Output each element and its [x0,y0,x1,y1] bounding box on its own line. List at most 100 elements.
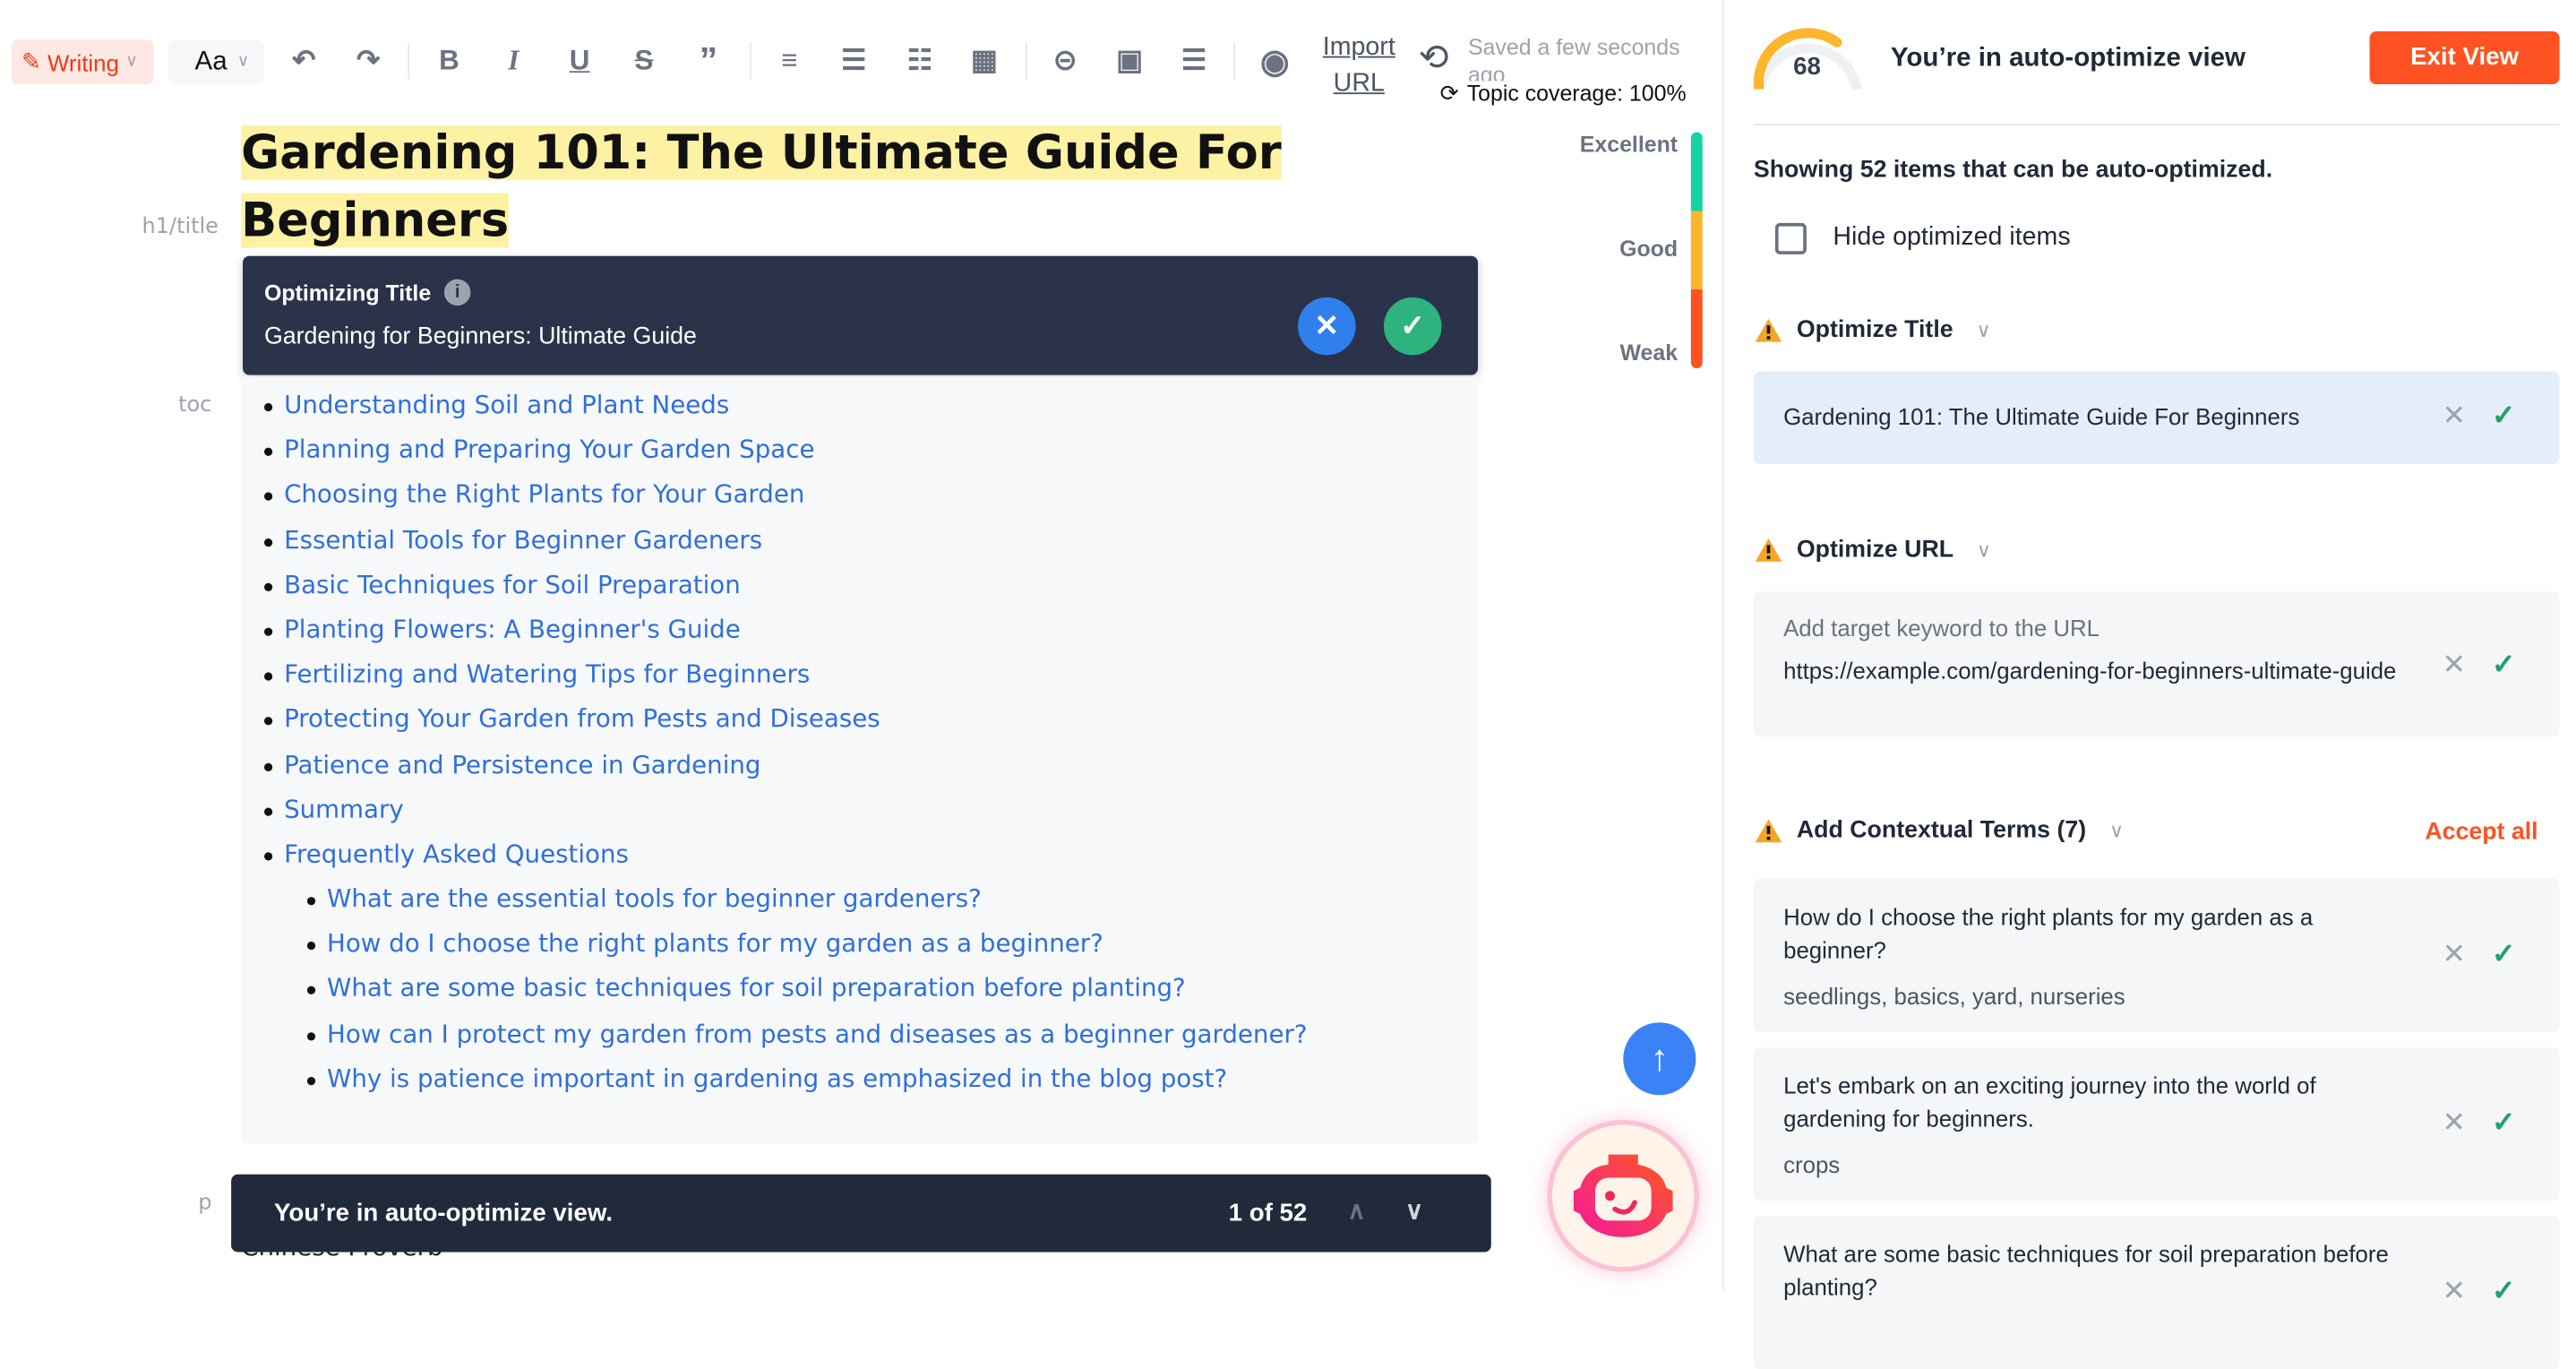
chevron-down-icon: ∨ [125,52,138,72]
section-title: Optimize Title [1796,316,1953,344]
contextual-term-card: How do I choose the right plants for my … [1753,878,2560,1033]
term-keywords: seedlings, basics, yard, nurseries [1783,982,2125,1010]
divider [749,42,751,80]
toc-item[interactable]: Protecting Your Garden from Pests and Di… [263,704,880,749]
section-title: Optimize URL [1796,537,1954,564]
accept-icon[interactable]: ✓ [2492,650,2515,683]
chevron-down-icon: ∨ [236,52,250,72]
link-icon[interactable]: ⊝ [1047,43,1084,80]
previous-item-button[interactable]: ∧ [1347,1196,1365,1226]
score-level-good: Good [1619,236,1679,262]
hide-optimized-label: Hide optimized items [1833,222,2071,252]
topic-coverage-text: Topic coverage: 100% [1466,81,1687,106]
title-value: Gardening 101: The Ultimate Guide For Be… [1783,402,2300,430]
import-url-link[interactable]: Import URL [1316,30,1402,102]
quote-icon[interactable]: ” [691,39,727,81]
popup-heading: Optimizing Title [263,280,432,306]
toc-item[interactable]: Summary [263,794,880,839]
toc-item[interactable]: Why is patience important in gardening a… [306,1063,1307,1108]
redo-icon[interactable]: ↷ [350,43,387,80]
title-text: Gardening 101: The Ultimate Guide For Be… [241,125,1282,248]
more-icon[interactable]: ☰ [1176,43,1213,80]
toc-item[interactable]: Essential Tools for Beginner Gardeners [263,524,880,569]
contextual-terms-header[interactable]: Add Contextual Terms (7) ∨ [1754,818,2124,844]
url-value: https://example.com/gardening-for-beginn… [1783,657,2397,684]
toc-item[interactable]: How can I protect my garden from pests a… [306,1019,1308,1063]
italic-icon[interactable]: I [495,43,532,80]
hide-optimized-checkbox[interactable] [1774,222,1807,254]
toc-item[interactable]: Fertilizing and Watering Tips for Beginn… [263,659,880,704]
reject-icon[interactable]: ✕ [2443,400,2466,433]
score-level-excellent: Excellent [1579,132,1679,158]
history-icon[interactable]: ⟲ [1419,37,1449,80]
reject-icon[interactable]: ✕ [2443,650,2466,683]
toc-item[interactable]: How do I choose the right plants for my … [306,928,1307,973]
accept-button[interactable]: ✓ [1383,297,1442,356]
bot-face-icon [1573,1154,1673,1237]
panel-heading: You’re in auto-optimize view [1890,44,2246,73]
scroll-to-top-button[interactable]: ↑ [1623,1022,1696,1096]
image-icon[interactable]: ▣ [1112,43,1148,80]
numbered-list-icon[interactable]: ☷ [902,43,939,80]
page-title[interactable]: Gardening 101: The Ultimate Guide For Be… [241,119,1298,254]
faq-list: What are the essential tools for beginne… [306,883,1308,1108]
term-sentence: What are some basic techniques for soil … [1783,1240,2389,1300]
toc-item[interactable]: Planting Flowers: A Beginner's Guide [263,615,880,659]
item-counter: 1 of 52 [1228,1199,1308,1227]
underline-icon[interactable]: U [562,43,598,80]
font-dropdown[interactable]: Aa ∨ [168,39,264,85]
refresh-icon: ⟳ [1439,81,1459,106]
score-bar [1690,132,1703,369]
reject-icon[interactable]: ✕ [2443,938,2466,971]
exit-view-button[interactable]: Exit View [2369,31,2560,85]
undo-icon[interactable]: ↶ [286,43,322,80]
info-icon[interactable]: i [443,279,471,306]
accept-icon[interactable]: ✓ [2492,1106,2515,1140]
panel-divider [1722,0,1724,1290]
bottom-bar-message: You’re in auto-optimize view. [274,1199,614,1227]
bottom-bar: You’re in auto-optimize view. 1 of 52 ∧ … [231,1174,1491,1253]
toc-item[interactable]: Planning and Preparing Your Garden Space [263,435,880,479]
divider [1025,42,1027,80]
reject-button[interactable]: ✕ [1298,297,1356,356]
url-card: Add target keyword to the URL https://ex… [1753,591,2560,737]
chevron-down-icon: ∨ [1976,538,1992,562]
reject-icon[interactable]: ✕ [2443,1106,2466,1140]
optimize-title-header[interactable]: Optimize Title ∨ [1754,317,1991,343]
assistant-bot-button[interactable] [1547,1119,1700,1272]
term-sentence: How do I choose the right plants for my … [1783,903,2314,963]
toc-item[interactable]: What are the essential tools for beginne… [306,883,1307,928]
divider [408,42,410,80]
h1-label: h1/title [142,214,219,240]
chevron-down-icon: ∨ [1976,318,1991,342]
bullet-list-icon[interactable]: ☰ [836,43,872,80]
reject-icon[interactable]: ✕ [2443,1275,2466,1308]
p-label: p [198,1191,212,1216]
toc-item[interactable]: Basic Techniques for Soil Preparation [263,570,880,615]
toc-item[interactable]: Choosing the Right Plants for Your Garde… [263,479,880,524]
chevron-down-icon: ∨ [2108,819,2125,843]
mode-label: Writing [47,48,119,75]
toc-item[interactable]: Understanding Soil and Plant Needs [263,390,880,435]
toc-item[interactable]: Frequently Asked Questions [263,839,880,883]
toc-item[interactable]: What are some basic techniques for soil … [306,974,1307,1019]
align-icon[interactable]: ≡ [771,43,808,80]
accept-all-button[interactable]: Accept all [2425,819,2537,845]
mode-dropdown[interactable]: ✎ Writing ∨ [11,39,154,85]
accept-icon[interactable]: ✓ [2492,400,2515,433]
table-icon[interactable]: ▦ [966,43,1003,80]
accept-icon[interactable]: ✓ [2492,1275,2515,1308]
term-sentence: Let's embark on an exciting journey into… [1783,1072,2316,1132]
optimize-url-header[interactable]: Optimize URL ∨ [1754,537,1992,564]
toc-list: Understanding Soil and Plant Needs Planni… [263,390,880,883]
saved-status: Saved a few seconds ago [1467,34,1680,86]
title-card: Gardening 101: The Ultimate Guide For Be… [1753,371,2560,465]
preview-icon[interactable]: ◉ [1257,43,1293,81]
font-label: Aa [194,47,228,75]
toc-item[interactable]: Patience and Persistence in Gardening [263,749,880,794]
bold-icon[interactable]: B [431,43,468,80]
strikethrough-icon[interactable]: S [626,43,663,80]
term-keywords: crops [1783,1150,1841,1178]
next-item-button[interactable]: ∨ [1405,1196,1423,1226]
accept-icon[interactable]: ✓ [2492,938,2515,971]
